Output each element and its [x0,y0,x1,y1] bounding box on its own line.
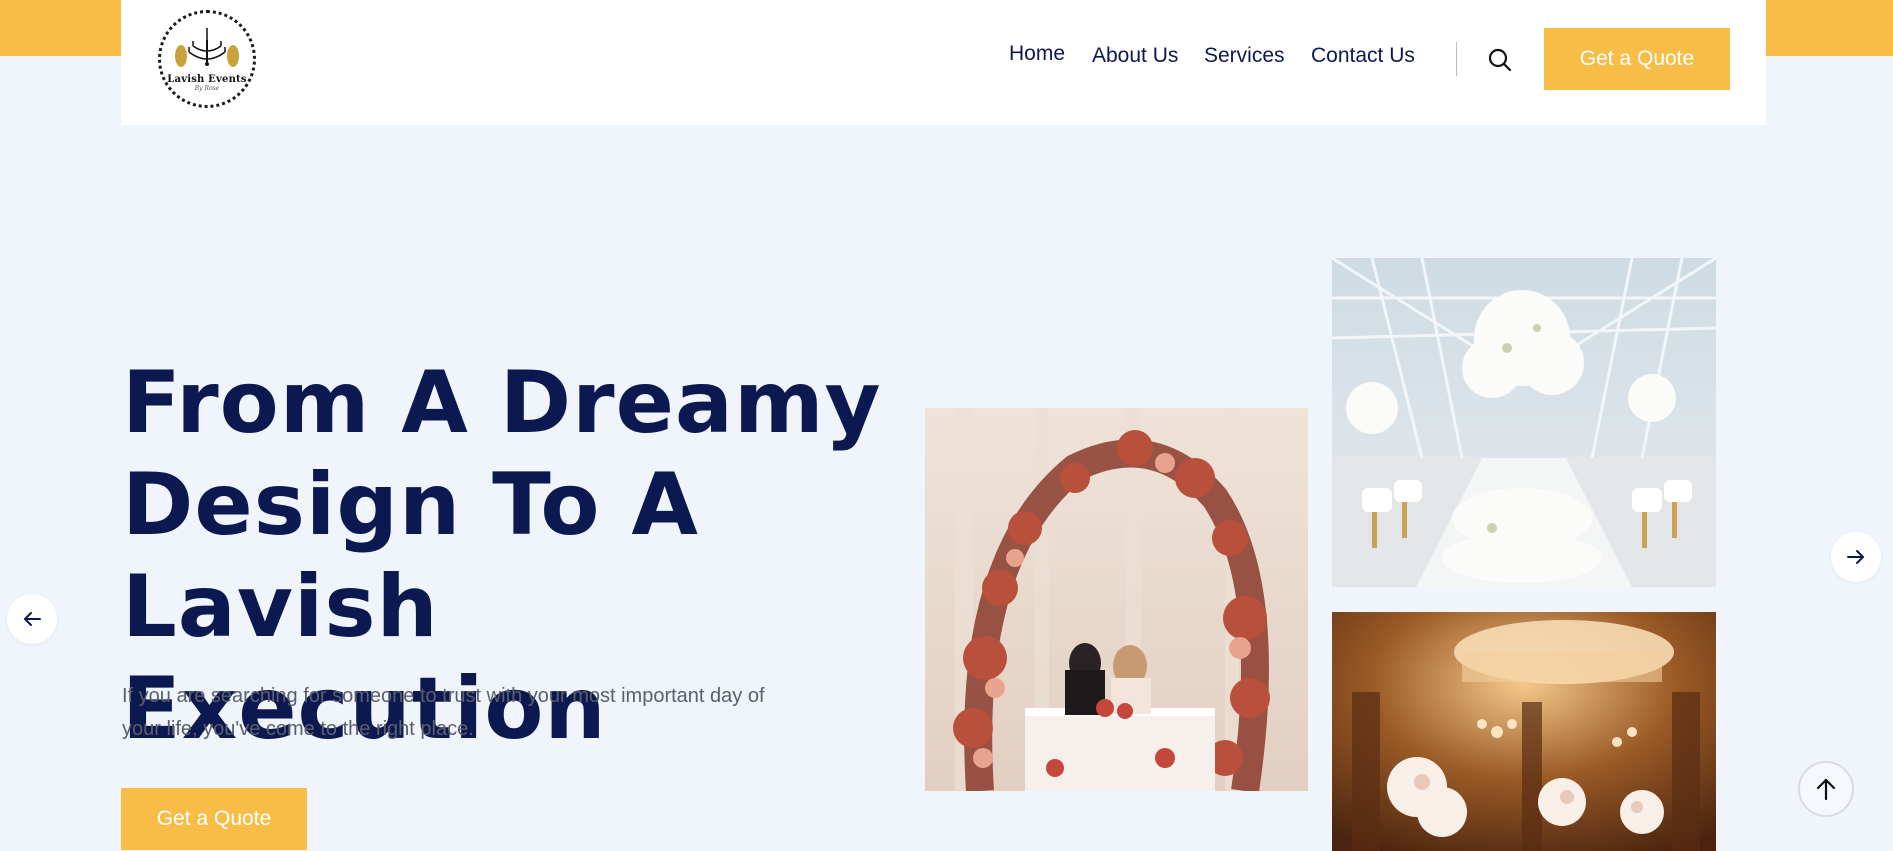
arrow-right-icon [1847,550,1864,564]
hero-get-quote-button[interactable]: Get a Quote [121,788,307,850]
hero-description-line: your life, you've come to the right plac… [122,718,474,740]
nav-contact-us[interactable]: Contact Us [1311,44,1415,68]
scroll-to-top-button[interactable] [1798,761,1854,817]
site-header: Lavish Events By Rose Home About Us Serv… [121,0,1766,125]
hero-title-line: From A Dreamy [122,353,882,453]
search-icon[interactable] [1487,47,1513,73]
nav-services[interactable]: Services [1204,44,1285,68]
hero-description: If you are searching for someone to trus… [122,680,802,746]
nav-about-us[interactable]: About Us [1092,44,1178,68]
hero-title-line: Design To A [122,455,699,555]
slider-prev-button[interactable] [7,594,57,644]
hero-description-line: If you are searching for someone to trus… [122,685,765,707]
slider-next-button[interactable] [1831,532,1881,582]
palace-hall-photo [1332,612,1716,851]
floral-arch-photo [925,408,1308,791]
glass-venue-photo [1332,258,1716,587]
logo-subtext: By Rose [194,85,220,92]
arrow-up-icon [1816,778,1836,801]
arrow-left-icon [24,612,41,626]
main-nav: Home About Us Services Contact Us [121,42,1766,74]
nav-home[interactable]: Home [1009,42,1065,66]
logo-text: Lavish Events [167,74,247,85]
get-quote-button[interactable]: Get a Quote [1544,28,1730,90]
nav-divider [1456,42,1457,76]
